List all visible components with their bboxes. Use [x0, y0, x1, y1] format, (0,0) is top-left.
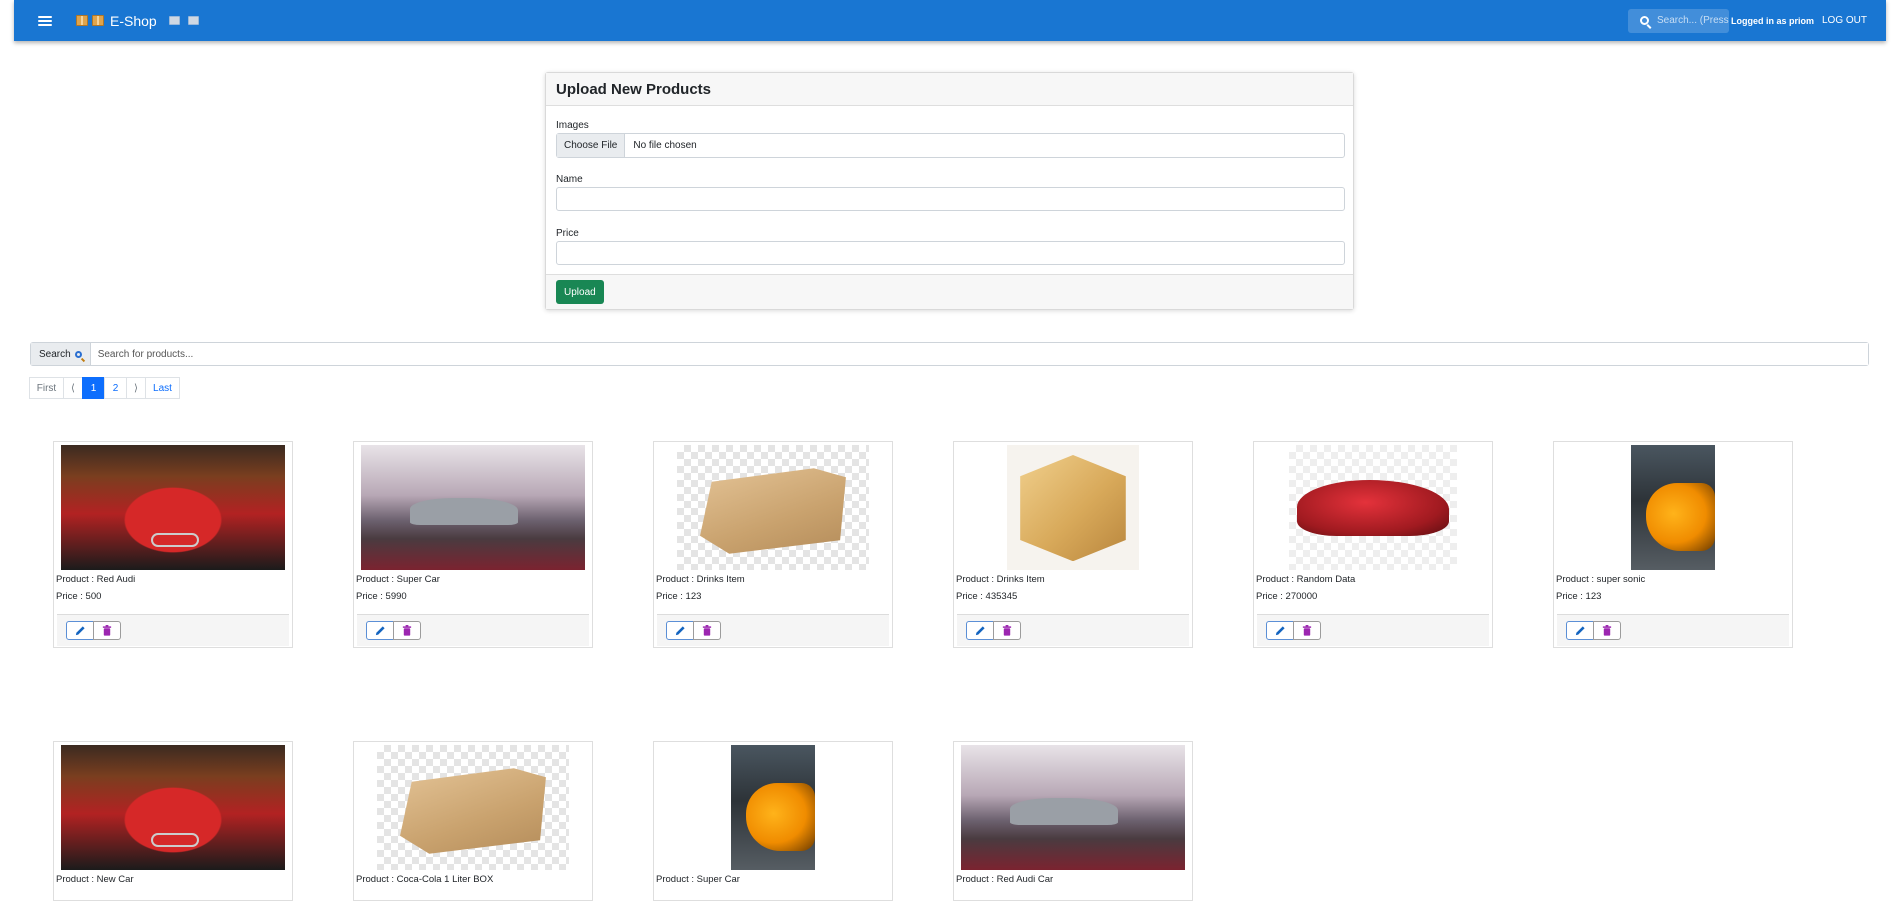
- name-input[interactable]: [556, 187, 1345, 211]
- trash-icon: [702, 625, 712, 636]
- product-name: Product : Coca-Cola 1 Liter BOX: [356, 873, 494, 885]
- logout-button[interactable]: LOG OUT: [1822, 15, 1867, 26]
- edit-button[interactable]: [666, 621, 694, 640]
- product-card: Product : Super Car: [653, 741, 893, 901]
- name-label: Name: [556, 174, 583, 185]
- product-name: Product : Drinks Item: [956, 573, 1045, 585]
- product-name: Product : Super Car: [356, 573, 440, 585]
- brand[interactable]: E-Shop: [76, 13, 199, 29]
- price-label: Price: [556, 228, 579, 239]
- product-image: [61, 445, 285, 570]
- delete-button[interactable]: [393, 621, 421, 640]
- product-name: Product : Red Audi Car: [956, 873, 1054, 885]
- product-image: [961, 745, 1185, 870]
- product-card: Product : Red Audi Price : 500: [53, 441, 293, 648]
- product-image: [377, 745, 569, 870]
- trash-icon: [1302, 625, 1312, 636]
- page-last[interactable]: Last: [145, 377, 180, 399]
- product-name: Product : Drinks Item: [656, 573, 745, 585]
- product-name: Product : Super Car: [656, 873, 740, 885]
- trash-icon: [402, 625, 412, 636]
- product-image: [731, 745, 815, 870]
- pencil-icon: [675, 626, 685, 636]
- pagination: First ⟨ 1 2 ⟩ Last: [29, 377, 180, 399]
- product-card: Product : Random Data Price : 270000: [1253, 441, 1493, 648]
- product-card: Product : Red Audi Car: [953, 741, 1193, 901]
- upload-products-card: Upload New Products Images Choose File N…: [545, 72, 1354, 310]
- pencil-icon: [75, 626, 85, 636]
- trash-icon: [1602, 625, 1612, 636]
- product-name: Product : super sonic: [1556, 573, 1646, 585]
- app-bar: E-Shop Logged in as priom LOG OUT: [14, 0, 1886, 41]
- upload-card-title: Upload New Products: [546, 73, 1353, 106]
- product-name: Product : Random Data: [1256, 573, 1356, 585]
- page-2[interactable]: 2: [104, 377, 127, 399]
- package-icon: [76, 15, 88, 26]
- product-name: Product : Red Audi: [56, 573, 136, 585]
- images-label: Images: [556, 120, 589, 131]
- edit-button[interactable]: [1266, 621, 1294, 640]
- search-icon: [74, 350, 82, 358]
- product-image: [61, 745, 285, 870]
- images-file-input[interactable]: Choose File No file chosen: [556, 133, 1345, 158]
- edit-button[interactable]: [66, 621, 94, 640]
- price-input[interactable]: [556, 241, 1345, 265]
- page-prev[interactable]: ⟨: [63, 377, 83, 399]
- product-search-input[interactable]: [90, 343, 1868, 365]
- cart-icon: [168, 16, 180, 25]
- product-price: Price : 123: [656, 591, 702, 602]
- product-card: Product : New Car: [53, 741, 293, 901]
- edit-button[interactable]: [1566, 621, 1594, 640]
- app-title: E-Shop: [110, 12, 157, 29]
- page-1[interactable]: 1: [82, 377, 105, 399]
- delete-button[interactable]: [1293, 621, 1321, 640]
- delete-button[interactable]: [693, 621, 721, 640]
- delete-button[interactable]: [93, 621, 121, 640]
- product-image: [1631, 445, 1715, 570]
- global-search[interactable]: [1627, 8, 1729, 33]
- upload-button[interactable]: Upload: [556, 280, 604, 304]
- product-card: Product : Drinks Item Price : 123: [653, 441, 893, 648]
- product-image: [1007, 445, 1139, 570]
- product-price: Price : 123: [1556, 591, 1602, 602]
- upload-card-footer: Upload: [546, 274, 1353, 309]
- product-image: [361, 445, 585, 570]
- pencil-icon: [975, 626, 985, 636]
- search-icon: [1639, 16, 1649, 25]
- product-price: Price : 500: [56, 591, 102, 602]
- pencil-icon: [1575, 626, 1585, 636]
- page-next[interactable]: ⟩: [126, 377, 146, 399]
- product-search-bar: Search: [30, 342, 1869, 366]
- cart-icon: [187, 16, 199, 25]
- delete-button[interactable]: [993, 621, 1021, 640]
- trash-icon: [1002, 625, 1012, 636]
- product-card: Product : Super Car Price : 5990: [353, 441, 593, 648]
- product-price: Price : 5990: [356, 591, 407, 602]
- hamburger-menu-icon: [38, 15, 52, 26]
- page-first[interactable]: First: [29, 377, 64, 399]
- pencil-icon: [375, 626, 385, 636]
- product-card: Product : super sonic Price : 123: [1553, 441, 1793, 648]
- product-card: Product : Coca-Cola 1 Liter BOX: [353, 741, 593, 901]
- edit-button[interactable]: [966, 621, 994, 640]
- logged-in-status: Logged in as priom: [1730, 15, 1814, 26]
- product-image: [1289, 445, 1457, 570]
- trash-icon: [102, 625, 112, 636]
- product-name: Product : New Car: [56, 873, 134, 885]
- product-search-label: Search: [39, 348, 71, 360]
- file-status-text: No file chosen: [633, 140, 697, 151]
- product-price: Price : 435345: [956, 591, 1018, 602]
- product-search-label-group: Search: [31, 343, 91, 365]
- package-icon: [92, 15, 104, 26]
- global-search-input[interactable]: [1656, 15, 1729, 26]
- pencil-icon: [1275, 626, 1285, 636]
- choose-file-button[interactable]: Choose File: [557, 134, 626, 157]
- product-card: Product : Drinks Item Price : 435345: [953, 441, 1193, 648]
- product-image: [677, 445, 869, 570]
- delete-button[interactable]: [1593, 621, 1621, 640]
- edit-button[interactable]: [366, 621, 394, 640]
- menu-button[interactable]: [24, 0, 66, 41]
- product-price: Price : 270000: [1256, 591, 1318, 602]
